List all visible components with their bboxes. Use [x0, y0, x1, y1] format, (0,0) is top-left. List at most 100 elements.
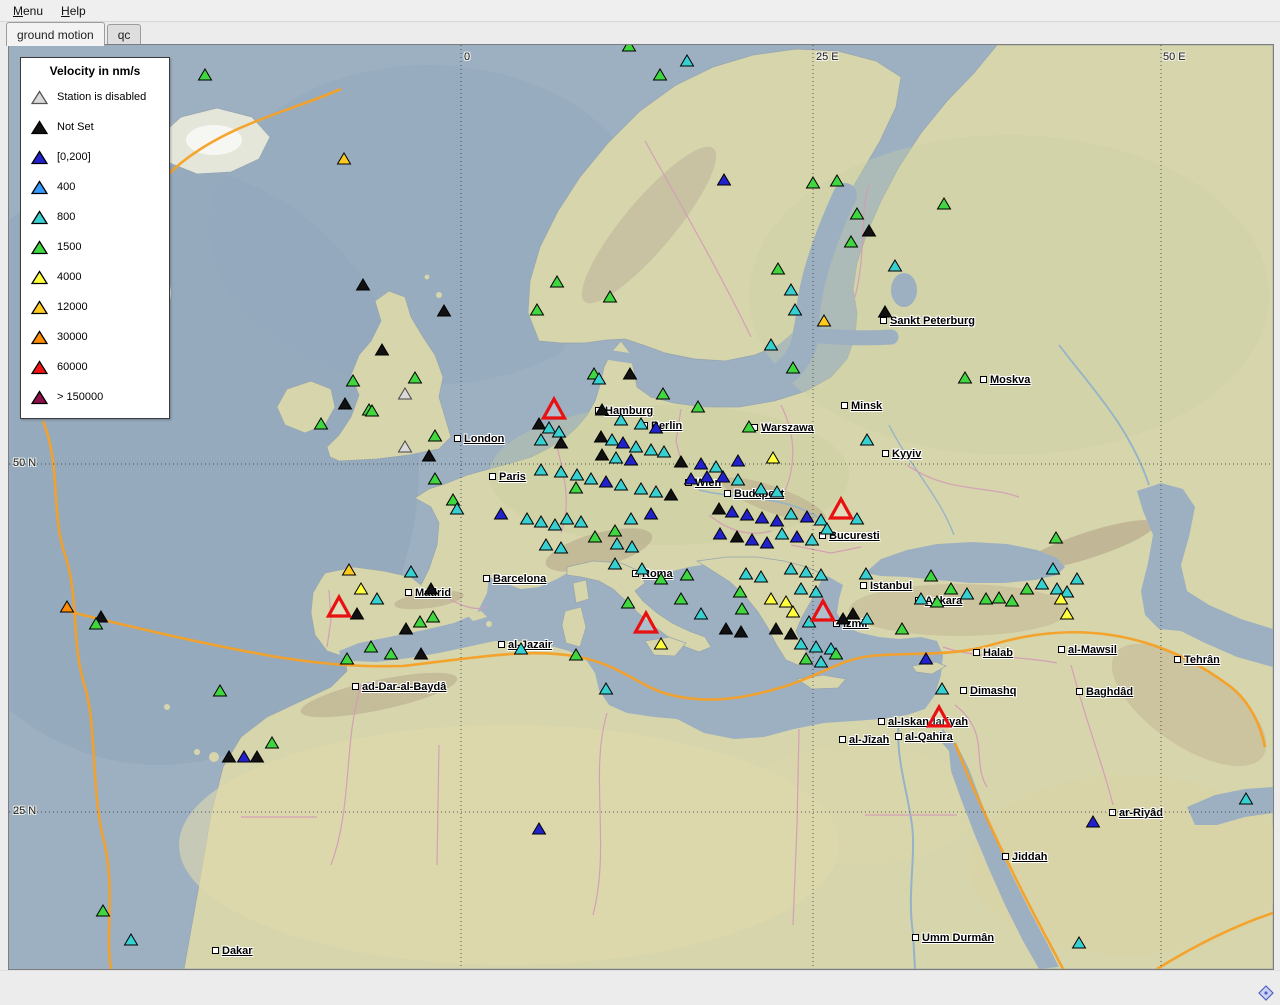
station-marker[interactable]	[266, 737, 279, 748]
menu-item-menu[interactable]: Menu	[4, 2, 52, 20]
station-marker[interactable]	[665, 489, 678, 500]
station-marker[interactable]	[355, 583, 368, 594]
station-marker[interactable]	[655, 573, 668, 584]
station-marker[interactable]	[409, 372, 422, 383]
station-marker[interactable]	[675, 593, 688, 604]
station-marker[interactable]	[726, 506, 739, 517]
station-marker[interactable]	[785, 563, 798, 574]
station-marker[interactable]	[810, 586, 823, 597]
station-marker[interactable]	[795, 583, 808, 594]
station-marker[interactable]	[1240, 793, 1253, 804]
alert-station-marker[interactable]	[329, 597, 350, 616]
station-marker[interactable]	[1061, 608, 1074, 619]
station-marker[interactable]	[710, 461, 723, 472]
station-marker[interactable]	[1036, 578, 1049, 589]
station-marker[interactable]	[347, 375, 360, 386]
station-marker[interactable]	[771, 486, 784, 497]
station-marker[interactable]	[351, 608, 364, 619]
station-marker[interactable]	[495, 508, 508, 519]
station-marker[interactable]	[847, 608, 860, 619]
station-marker[interactable]	[624, 368, 637, 379]
station-marker[interactable]	[357, 279, 370, 290]
station-marker[interactable]	[533, 418, 546, 429]
station-marker[interactable]	[1006, 595, 1019, 606]
station-marker[interactable]	[371, 593, 384, 604]
station-marker[interactable]	[785, 508, 798, 519]
station-marker[interactable]	[936, 683, 949, 694]
station-marker[interactable]	[720, 623, 733, 634]
station-marker[interactable]	[365, 641, 378, 652]
station-marker[interactable]	[755, 483, 768, 494]
station-marker[interactable]	[585, 473, 598, 484]
station-marker[interactable]	[732, 455, 745, 466]
station-marker[interactable]	[635, 483, 648, 494]
station-marker[interactable]	[589, 531, 602, 542]
station-marker[interactable]	[596, 404, 609, 415]
station-marker[interactable]	[630, 441, 643, 452]
station-marker[interactable]	[810, 641, 823, 652]
station-marker[interactable]	[734, 586, 747, 597]
station-marker[interactable]	[533, 823, 546, 834]
station-marker[interactable]	[743, 421, 756, 432]
station-marker[interactable]	[787, 362, 800, 373]
station-marker[interactable]	[731, 531, 744, 542]
station-marker[interactable]	[600, 476, 613, 487]
station-marker[interactable]	[570, 649, 583, 660]
station-marker[interactable]	[376, 344, 389, 355]
station-marker[interactable]	[575, 516, 588, 527]
station-marker[interactable]	[685, 473, 698, 484]
station-marker[interactable]	[861, 613, 874, 624]
station-marker[interactable]	[931, 596, 944, 607]
alert-station-marker[interactable]	[831, 499, 852, 518]
station-marker[interactable]	[851, 208, 864, 219]
station-marker[interactable]	[429, 473, 442, 484]
station-marker[interactable]	[681, 569, 694, 580]
station-marker[interactable]	[945, 583, 958, 594]
station-marker[interactable]	[889, 260, 902, 271]
station-marker[interactable]	[701, 471, 714, 482]
station-marker[interactable]	[251, 751, 264, 762]
station-marker[interactable]	[555, 437, 568, 448]
station-marker[interactable]	[615, 479, 628, 490]
station-marker[interactable]	[658, 446, 671, 457]
station-marker[interactable]	[341, 653, 354, 664]
station-marker[interactable]	[959, 372, 972, 383]
station-marker[interactable]	[801, 511, 814, 522]
station-marker[interactable]	[746, 534, 759, 545]
station-marker[interactable]	[570, 482, 583, 493]
station-marker[interactable]	[655, 638, 668, 649]
station-marker[interactable]	[993, 592, 1006, 603]
station-marker[interactable]	[626, 541, 639, 552]
station-marker[interactable]	[860, 568, 873, 579]
station-marker[interactable]	[223, 751, 236, 762]
station-marker[interactable]	[785, 284, 798, 295]
alert-station-marker[interactable]	[636, 613, 657, 632]
station-marker[interactable]	[315, 418, 328, 429]
station-marker[interactable]	[831, 175, 844, 186]
station-marker[interactable]	[400, 623, 413, 634]
station-marker[interactable]	[692, 401, 705, 412]
station-marker[interactable]	[815, 656, 828, 667]
station-marker[interactable]	[645, 444, 658, 455]
station-marker[interactable]	[717, 471, 730, 482]
station-marker[interactable]	[1073, 937, 1086, 948]
station-marker[interactable]	[780, 596, 793, 607]
station-marker[interactable]	[755, 571, 768, 582]
alert-station-marker[interactable]	[929, 707, 950, 726]
station-marker[interactable]	[595, 431, 608, 442]
station-marker[interactable]	[863, 225, 876, 236]
station-marker[interactable]	[214, 685, 227, 696]
station-marker[interactable]	[879, 306, 892, 317]
station-marker[interactable]	[785, 628, 798, 639]
station-marker[interactable]	[549, 519, 562, 530]
station-marker[interactable]	[732, 474, 745, 485]
station-marker[interactable]	[771, 515, 784, 526]
map-view[interactable]: LondonParisHamburgBerlinWarszawaMinskSan…	[8, 44, 1274, 970]
station-marker[interactable]	[571, 469, 584, 480]
tab-qc[interactable]: qc	[107, 24, 142, 46]
tab-ground-motion[interactable]: ground motion	[6, 22, 105, 46]
station-marker[interactable]	[617, 437, 630, 448]
station-marker[interactable]	[845, 236, 858, 247]
station-marker[interactable]	[741, 509, 754, 520]
station-marker[interactable]	[515, 643, 528, 654]
